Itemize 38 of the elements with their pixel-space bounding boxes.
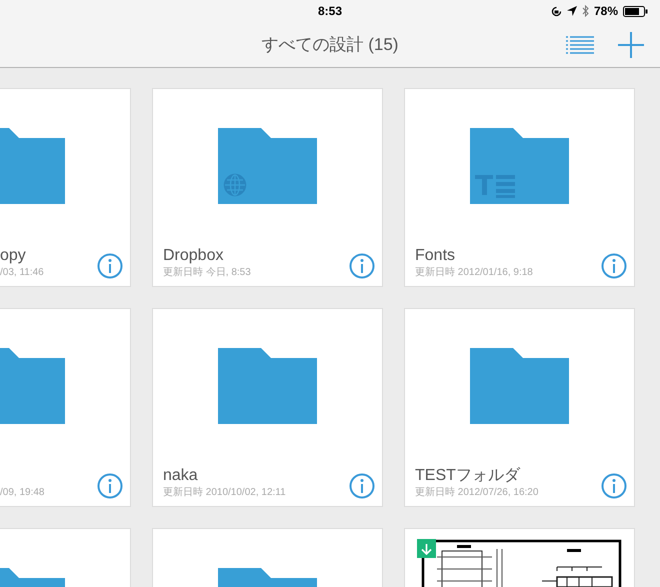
plus-icon (618, 32, 644, 58)
info-button[interactable] (601, 253, 627, 279)
modified-date: /03, 11:46 (0, 267, 44, 279)
file-card[interactable]: opy /03, 11:46 (0, 88, 131, 287)
folder-name: Dropbox (163, 246, 224, 266)
file-card[interactable]: naka 更新日時 2010/10/02, 12:11 (152, 308, 383, 507)
add-button[interactable] (618, 32, 644, 58)
folder-name: TESTフォルダ (415, 466, 520, 486)
modified-date: 更新日時 2012/07/26, 16:20 (415, 487, 538, 499)
folder-icon (470, 128, 569, 204)
modified-date: /09, 19:48 (0, 487, 44, 499)
location-arrow-icon (566, 6, 577, 16)
modified-date: 更新日時 2010/10/02, 12:11 (163, 487, 286, 499)
info-button[interactable] (97, 473, 123, 499)
list-view-button[interactable] (566, 34, 594, 54)
folder-name: Fonts (415, 246, 456, 266)
down-arrow-icon (421, 542, 432, 554)
info-button[interactable] (97, 253, 123, 279)
modified-date: 更新日時 今日, 8:53 (163, 267, 251, 279)
info-button[interactable] (349, 253, 375, 279)
battery-icon (623, 6, 648, 16)
orientation-lock-icon (550, 6, 562, 16)
bluetooth-icon (582, 5, 589, 17)
status-time: 8:53 (318, 3, 342, 20)
folder-name: opy (0, 246, 26, 266)
folder-icon (218, 348, 317, 424)
file-card[interactable]: TESTフォルダ 更新日時 2012/07/26, 16:20 (404, 308, 635, 507)
folder-icon (218, 128, 317, 204)
file-card[interactable]: Fonts 更新日時 2012/01/16, 9:18 (404, 88, 635, 287)
battery-percent: 78% (594, 3, 618, 20)
folder-icon (470, 348, 569, 424)
list-icon (566, 36, 594, 54)
modified-date: 更新日時 2012/01/16, 9:18 (415, 267, 533, 279)
info-button[interactable] (349, 473, 375, 499)
folder-name: naka (163, 466, 198, 486)
info-button[interactable] (601, 473, 627, 499)
file-card[interactable]: Dropbox 更新日時 今日, 8:53 (152, 88, 383, 287)
nav-title: すべての設計 (15) (262, 34, 398, 56)
